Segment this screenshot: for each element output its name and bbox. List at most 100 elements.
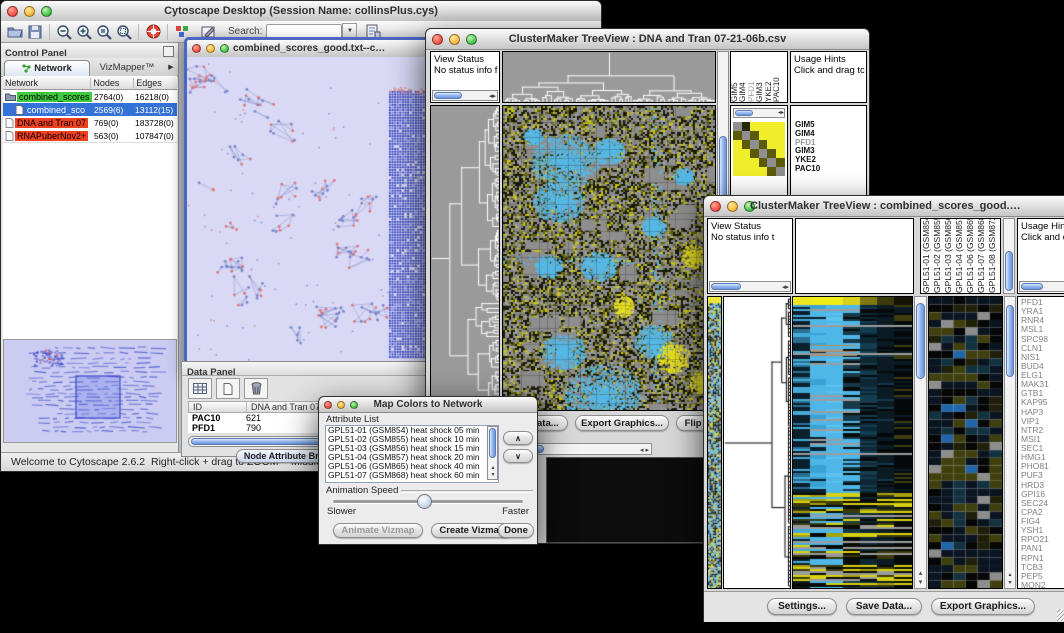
- scrollbar-arrows[interactable]: ◂ ▸: [640, 446, 649, 455]
- matrix-cell[interactable]: [742, 140, 751, 149]
- matrix-cell[interactable]: [776, 140, 785, 149]
- scrollbar-thumb[interactable]: [711, 283, 741, 290]
- tab-overflow-arrow[interactable]: ▶: [164, 58, 178, 76]
- matrix-cell[interactable]: [733, 140, 742, 149]
- matrix-cell[interactable]: [759, 158, 768, 167]
- matrix-cell[interactable]: [742, 158, 751, 167]
- resize-grip[interactable]: [1057, 609, 1064, 621]
- scrollbar-arrows[interactable]: ▴▾: [1006, 571, 1014, 587]
- matrix-cell[interactable]: [767, 140, 776, 149]
- heatmap-pane[interactable]: [502, 105, 716, 411]
- matrix-cell[interactable]: [733, 158, 742, 167]
- scrollbar-arrows[interactable]: ◂▸: [782, 283, 789, 292]
- column-label[interactable]: PFD1: [748, 52, 756, 102]
- animation-speed-slider-thumb[interactable]: [417, 494, 432, 509]
- zoom-actual-icon[interactable]: [94, 23, 114, 41]
- treeview-combined-titlebar[interactable]: ClusterMaker TreeView : combined_scores_…: [704, 196, 1064, 217]
- matrix-cell[interactable]: [750, 167, 759, 176]
- matrix-cell[interactable]: [733, 149, 742, 158]
- scrollbar-thumb[interactable]: [434, 92, 462, 99]
- column-dendrogram-pane[interactable]: [795, 218, 914, 294]
- delete-attribute-button[interactable]: [244, 378, 268, 399]
- network-table-header[interactable]: Network Nodes Edges: [3, 76, 177, 90]
- matrix-cell[interactable]: [767, 158, 776, 167]
- col-header-network[interactable]: Network: [3, 78, 91, 88]
- matrix-cell[interactable]: [759, 131, 768, 140]
- export-graphics-button[interactable]: Export Graphics...: [931, 598, 1035, 615]
- column-label[interactable]: PAC10: [773, 52, 781, 102]
- export-graphics-button[interactable]: Export Graphics...: [575, 415, 669, 431]
- attribute-list-vscrollbar[interactable]: ▴▾: [487, 426, 498, 480]
- new-attribute-button[interactable]: [216, 378, 240, 399]
- zoom-matrix[interactable]: [733, 122, 785, 176]
- matrix-cell[interactable]: [776, 131, 785, 140]
- save-data-button[interactable]: Save Data...: [846, 598, 922, 615]
- move-down-button[interactable]: ∨: [503, 449, 533, 463]
- select-attributes-button[interactable]: [188, 378, 212, 399]
- row-dendrogram-pane[interactable]: [723, 296, 791, 589]
- column-label[interactable]: YKE2: [765, 52, 773, 102]
- gene-name[interactable]: PAC10: [795, 165, 820, 174]
- scrollbar-thumb[interactable]: [1005, 251, 1013, 291]
- heatmap-canvas[interactable]: [793, 297, 912, 588]
- scrollbar-arrows[interactable]: ▴▾: [489, 465, 497, 479]
- matrix-cell[interactable]: [750, 149, 759, 158]
- attribute-list[interactable]: GPL51-01 (GSM854) heat shock 05 minGPL51…: [325, 425, 499, 483]
- matrix-cell[interactable]: [767, 122, 776, 131]
- matrix-cell[interactable]: [750, 158, 759, 167]
- matrix-cell[interactable]: [767, 167, 776, 176]
- scrollbar-thumb[interactable]: [489, 428, 496, 458]
- matrix-cell[interactable]: [742, 131, 751, 140]
- network-row-rnapubernov[interactable]: RNAPuberNov2+ 563(0) 107847(0): [3, 129, 177, 142]
- matrix-cell[interactable]: [759, 140, 768, 149]
- network-overview-panel[interactable]: [3, 339, 177, 443]
- done-button[interactable]: Done: [498, 523, 534, 538]
- labels-vscrollbar[interactable]: [1003, 218, 1015, 294]
- gene-name[interactable]: MON2: [1021, 581, 1064, 589]
- matrix-cell[interactable]: [767, 149, 776, 158]
- gene-list-vscrollbar[interactable]: ▴▾: [1004, 296, 1016, 589]
- zoom-out-icon[interactable]: [54, 23, 74, 41]
- heatmap-canvas[interactable]: [503, 106, 715, 410]
- view-status-hscrollbar[interactable]: ◂▸: [432, 90, 498, 101]
- help-lifesaver-icon[interactable]: [143, 23, 163, 41]
- scrollbar-arrows[interactable]: ◂▸: [489, 92, 496, 101]
- matrix-cell[interactable]: [733, 167, 742, 176]
- column-dendrogram-canvas[interactable]: [503, 52, 715, 102]
- matrix-cell[interactable]: [733, 131, 742, 140]
- matrix-cell[interactable]: [776, 122, 785, 131]
- column-label[interactable]: GPL51-08 (GSM872): [987, 219, 998, 293]
- scrollbar-thumb[interactable]: [1006, 305, 1014, 377]
- view-status-hscrollbar[interactable]: ◂▸: [709, 281, 791, 292]
- row-dendrogram-canvas[interactable]: [724, 297, 790, 588]
- row-dendrogram-canvas[interactable]: [431, 106, 499, 410]
- open-folder-icon[interactable]: [5, 23, 25, 41]
- matrix-cell[interactable]: [750, 131, 759, 140]
- matrix-cell[interactable]: [742, 149, 751, 158]
- animate-vizmap-button-disabled[interactable]: Animate Vizmap: [333, 523, 423, 538]
- matrix-cell[interactable]: [742, 122, 751, 131]
- tab-vizmapper[interactable]: VizMapper™: [90, 58, 164, 76]
- column-dendrogram-pane[interactable]: [502, 51, 716, 103]
- matrix-cell[interactable]: [759, 167, 768, 176]
- column-label[interactable]: GPL51-06 (GSM865): [965, 219, 976, 293]
- col-header-edges[interactable]: Edges: [134, 78, 177, 88]
- scrollbar-thumb[interactable]: [735, 110, 753, 116]
- scrollbar-thumb[interactable]: [1021, 283, 1043, 290]
- col-header-nodes[interactable]: Nodes: [91, 78, 134, 88]
- matrix-cell[interactable]: [767, 131, 776, 140]
- move-up-button[interactable]: ∧: [503, 431, 533, 445]
- network-row-combined-sco-selected[interactable]: combined_sco 2569(6) 13112(15): [3, 103, 177, 116]
- global-overview-strip-pane[interactable]: [707, 296, 722, 589]
- matrix-cell[interactable]: [759, 122, 768, 131]
- scrollbar-arrows[interactable]: ◂▸: [778, 109, 784, 118]
- matrix-cell[interactable]: [742, 167, 751, 176]
- matrix-cell[interactable]: [776, 167, 785, 176]
- network-table-empty-area[interactable]: [3, 142, 177, 339]
- zoom-heatmap-canvas[interactable]: [929, 297, 1002, 588]
- zoom-heatmap-pane[interactable]: [928, 296, 1003, 589]
- treeview-dna-titlebar[interactable]: ClusterMaker TreeView : DNA and Tran 07-…: [426, 29, 869, 50]
- heatmap-vscrollbar[interactable]: ▴▾: [914, 296, 927, 589]
- matrix-cell[interactable]: [750, 122, 759, 131]
- heatmap-pane[interactable]: [792, 296, 913, 589]
